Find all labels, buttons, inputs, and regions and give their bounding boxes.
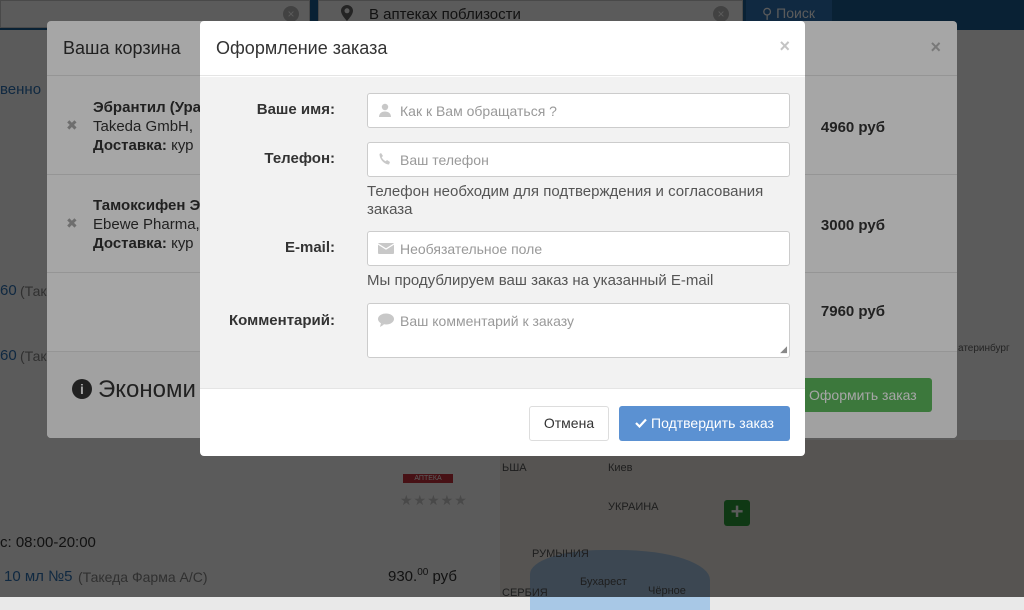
confirm-order-button[interactable]: Подтвердить заказ: [619, 406, 790, 441]
comment-icon: [378, 313, 394, 327]
email-input[interactable]: [400, 232, 780, 265]
envelope-icon: [377, 241, 395, 255]
checkout-title: Оформление заказа: [200, 21, 805, 76]
email-help-text: Мы продублируем ваш заказ на указанный E…: [367, 272, 714, 289]
phone-input[interactable]: [400, 143, 780, 176]
email-field[interactable]: [367, 231, 790, 266]
checkout-modal: Оформление заказа × Ваше имя: Телефон: Т…: [200, 21, 805, 456]
comment-label: Комментарий:: [228, 312, 335, 329]
close-icon[interactable]: ×: [779, 36, 790, 57]
user-icon: [378, 103, 392, 117]
cancel-button[interactable]: Отмена: [529, 406, 609, 441]
checkout-form: Ваше имя: Телефон: Телефон необходим для…: [200, 77, 805, 388]
comment-input[interactable]: [400, 313, 780, 353]
check-icon: [635, 406, 647, 441]
checkout-footer: Отмена Подтвердить заказ: [200, 388, 805, 456]
resize-handle-icon[interactable]: ◢: [780, 344, 787, 355]
phone-icon: [378, 152, 392, 166]
phone-label: Телефон:: [264, 150, 335, 167]
phone-help-text: Телефон необходим для подтверждения и со…: [367, 183, 764, 218]
confirm-order-label: Подтвердить заказ: [651, 415, 774, 431]
name-field[interactable]: [367, 93, 790, 128]
email-label: E-mail:: [284, 239, 335, 256]
comment-field[interactable]: ◢: [367, 303, 790, 358]
name-input[interactable]: [400, 94, 780, 127]
name-label: Ваше имя:: [256, 101, 335, 118]
phone-field[interactable]: [367, 142, 790, 177]
